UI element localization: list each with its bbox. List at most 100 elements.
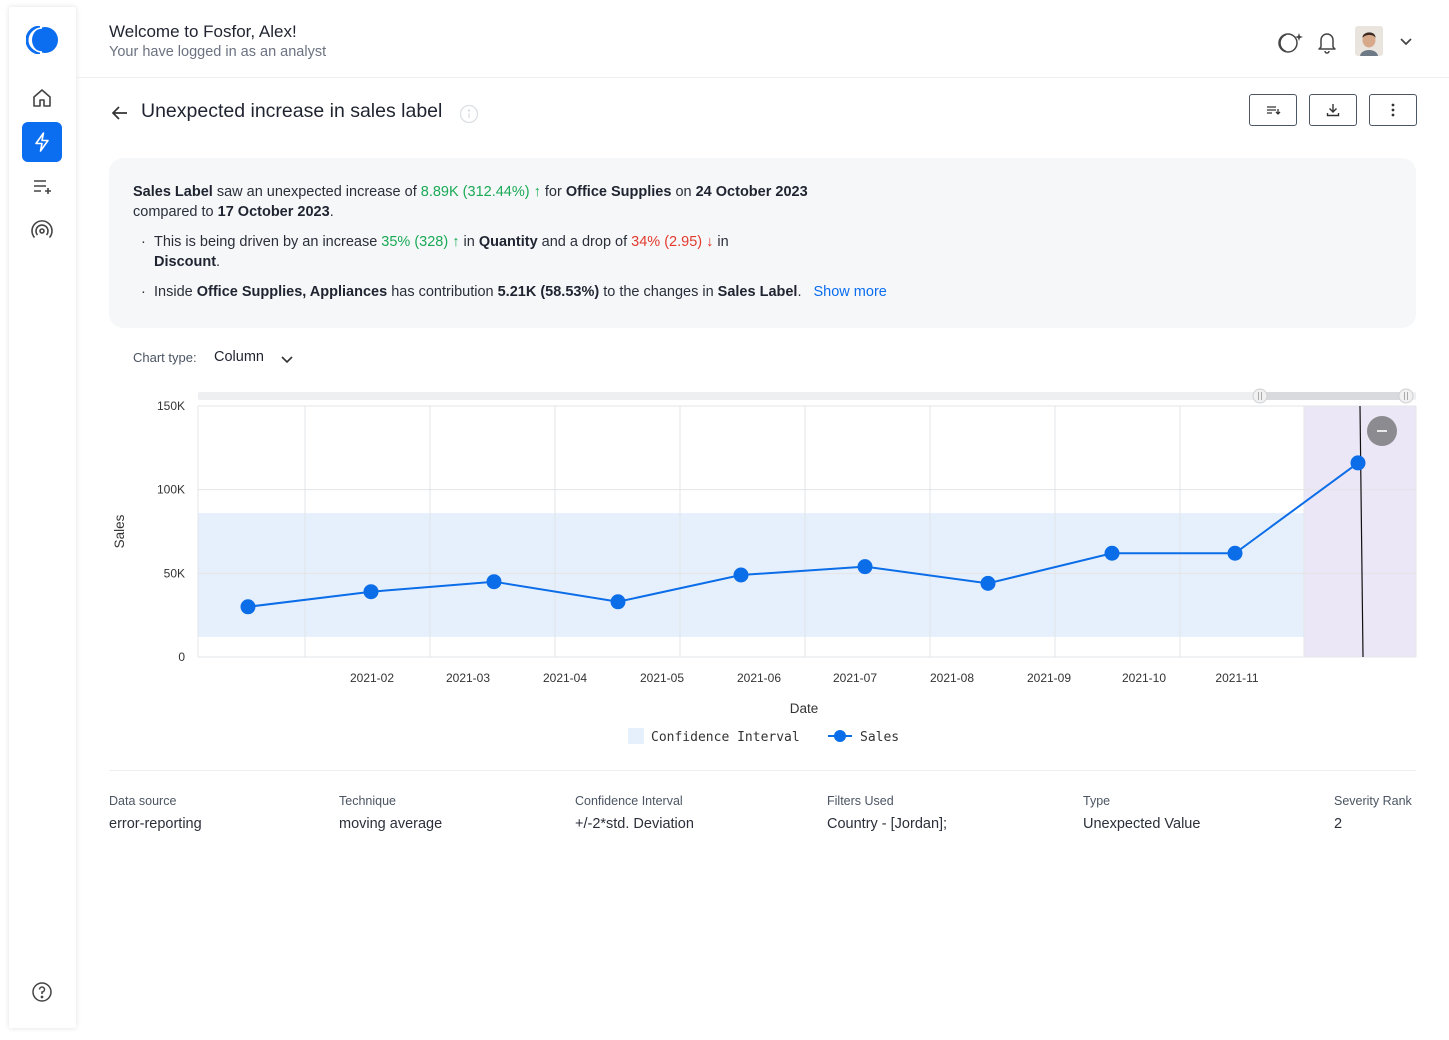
chart-type-label: Chart type: (133, 350, 197, 365)
sales-point (1227, 545, 1243, 561)
bullet-text: has contribution (387, 284, 498, 300)
x-tick-label: 2021-04 (543, 671, 587, 685)
broadcast-icon (31, 220, 53, 239)
bullet-dot: · (141, 234, 146, 250)
zoom-track (198, 392, 1416, 400)
meta-item: Data source error-reporting (109, 794, 202, 832)
x-tick-label: 2021-05 (640, 671, 684, 685)
sales-point (980, 575, 996, 591)
legend-label-sales: Sales (860, 730, 899, 745)
summary-text: . (329, 204, 334, 220)
bullet-text: . (797, 284, 802, 300)
contribution-bullet: · Inside Office Supplies, Appliances has… (133, 282, 1333, 302)
summary-text: saw an unexpected increase of (212, 184, 421, 200)
bell-icon[interactable] (1316, 30, 1338, 59)
logo-icon[interactable] (25, 25, 59, 59)
zoom-handle[interactable] (1252, 388, 1268, 404)
chart-type-select[interactable]: Column (214, 349, 264, 365)
x-tick-label: 2021-08 (930, 671, 974, 685)
bullet-text: to the changes in (599, 284, 718, 300)
download-button[interactable] (1309, 94, 1357, 126)
sales-chart: 0 50K 100K 150K 2021-02 2021-03 2021-04 2021-05… (100, 380, 1430, 760)
legend-swatch-sales-dot (834, 730, 846, 742)
ai-sparkle-icon[interactable] (1277, 31, 1305, 60)
compare-date: 17 October 2023 (217, 204, 330, 220)
y-tick-label: 0 (178, 650, 185, 664)
bullet-text: Inside (154, 284, 197, 300)
y-axis-title: Sales (112, 514, 127, 548)
insight-summary-card: Sales Label saw an unexpected increase o… (109, 158, 1416, 328)
chevron-down-icon[interactable] (280, 352, 294, 370)
arrow-up-icon: ↑ (448, 234, 460, 250)
x-tick-label: 2021-09 (1027, 671, 1071, 685)
meta-value: +/-2*std. Deviation (575, 816, 694, 832)
driver-bullet: · This is being driven by an increase 35… (133, 232, 833, 272)
summary-text: on (671, 184, 696, 200)
chevron-down-icon[interactable] (1399, 34, 1413, 52)
driver-name: Discount (154, 254, 217, 270)
meta-value: Country - [Jordan]; (827, 816, 948, 832)
nav-broadcast[interactable] (22, 210, 62, 250)
show-more-link[interactable]: Show more (814, 284, 887, 300)
x-tick-label: 2021-06 (737, 671, 781, 685)
sales-point (733, 567, 749, 583)
metric-name: Sales Label (133, 184, 213, 200)
increase-value: 8.89K (312.44%) (420, 184, 530, 200)
increase-value: 35% (328) (381, 234, 449, 250)
x-tick-label: 2021-07 (833, 671, 877, 685)
x-tick-label: 2021-10 (1122, 671, 1166, 685)
top-header: Welcome to Fosfor, Alex! Your have logge… (76, 0, 1449, 78)
chart-svg: 0 50K 100K 150K 2021-02 2021-03 2021-04 2021-05… (112, 388, 1417, 745)
meta-key: Data source (109, 794, 177, 808)
sort-button[interactable] (1249, 94, 1297, 126)
back-arrow-icon[interactable] (110, 104, 130, 127)
arrow-down-icon: ↓ (702, 234, 714, 250)
zoom-handle[interactable] (1398, 388, 1414, 404)
welcome-title: Welcome to Fosfor, Alex! (109, 22, 297, 41)
info-icon[interactable] (459, 104, 479, 129)
summary-text: compared to (133, 204, 218, 220)
meta-value: 2 (1334, 816, 1343, 832)
meta-key: Filters Used (827, 794, 894, 808)
current-date: 24 October 2023 (695, 184, 808, 200)
download-icon (1326, 104, 1340, 117)
driver-name: Quantity (478, 234, 538, 250)
sidebar (9, 7, 76, 1028)
nav-queue[interactable] (22, 166, 62, 206)
meta-key: Severity Rank (1334, 794, 1412, 808)
meta-value: moving average (339, 816, 443, 832)
category-name: Office Supplies (565, 184, 672, 200)
meta-item: Filters Used Country - [Jordan]; (827, 794, 947, 832)
sort-icon (1267, 106, 1281, 115)
driver-text: This is being driven by an increase 35% … (154, 232, 814, 272)
meta-item: Severity Rank 2 (1334, 794, 1412, 832)
x-axis-title: Date (790, 701, 819, 716)
divider (109, 770, 1416, 771)
page-title: Unexpected increase in sales label (141, 100, 443, 122)
help-icon (32, 982, 52, 1002)
x-tick-label: 2021-03 (446, 671, 490, 685)
segment-name: Office Supplies, Appliances (196, 284, 388, 300)
summary-text: for (540, 184, 566, 200)
meta-item: Confidence Interval +/-2*std. Deviation (575, 794, 694, 832)
y-tick-label: 50K (164, 566, 185, 580)
meta-key: Technique (339, 794, 396, 808)
decrease-value: 34% (2.95) (631, 234, 703, 250)
playlist-add-icon (34, 180, 51, 194)
summary-paragraph: Sales Label saw an unexpected increase o… (133, 182, 833, 222)
sales-point (486, 574, 502, 590)
meta-item: Type Unexpected Value (1083, 794, 1200, 832)
bullet-text: in (459, 234, 479, 250)
lightning-icon (35, 132, 49, 152)
more-button[interactable] (1369, 94, 1417, 126)
avatar[interactable] (1355, 26, 1383, 61)
x-tick-label: 2021-02 (350, 671, 394, 685)
nav-insights[interactable] (22, 122, 62, 162)
more-vertical-icon (1391, 103, 1395, 117)
nav-help[interactable] (22, 972, 62, 1012)
sales-point (240, 599, 256, 615)
metric-name: Sales Label (717, 284, 798, 300)
nav-home[interactable] (22, 78, 62, 118)
contribution-value: 5.21K (58.53%) (497, 284, 600, 300)
legend-label-ci: Confidence Interval (651, 730, 800, 745)
